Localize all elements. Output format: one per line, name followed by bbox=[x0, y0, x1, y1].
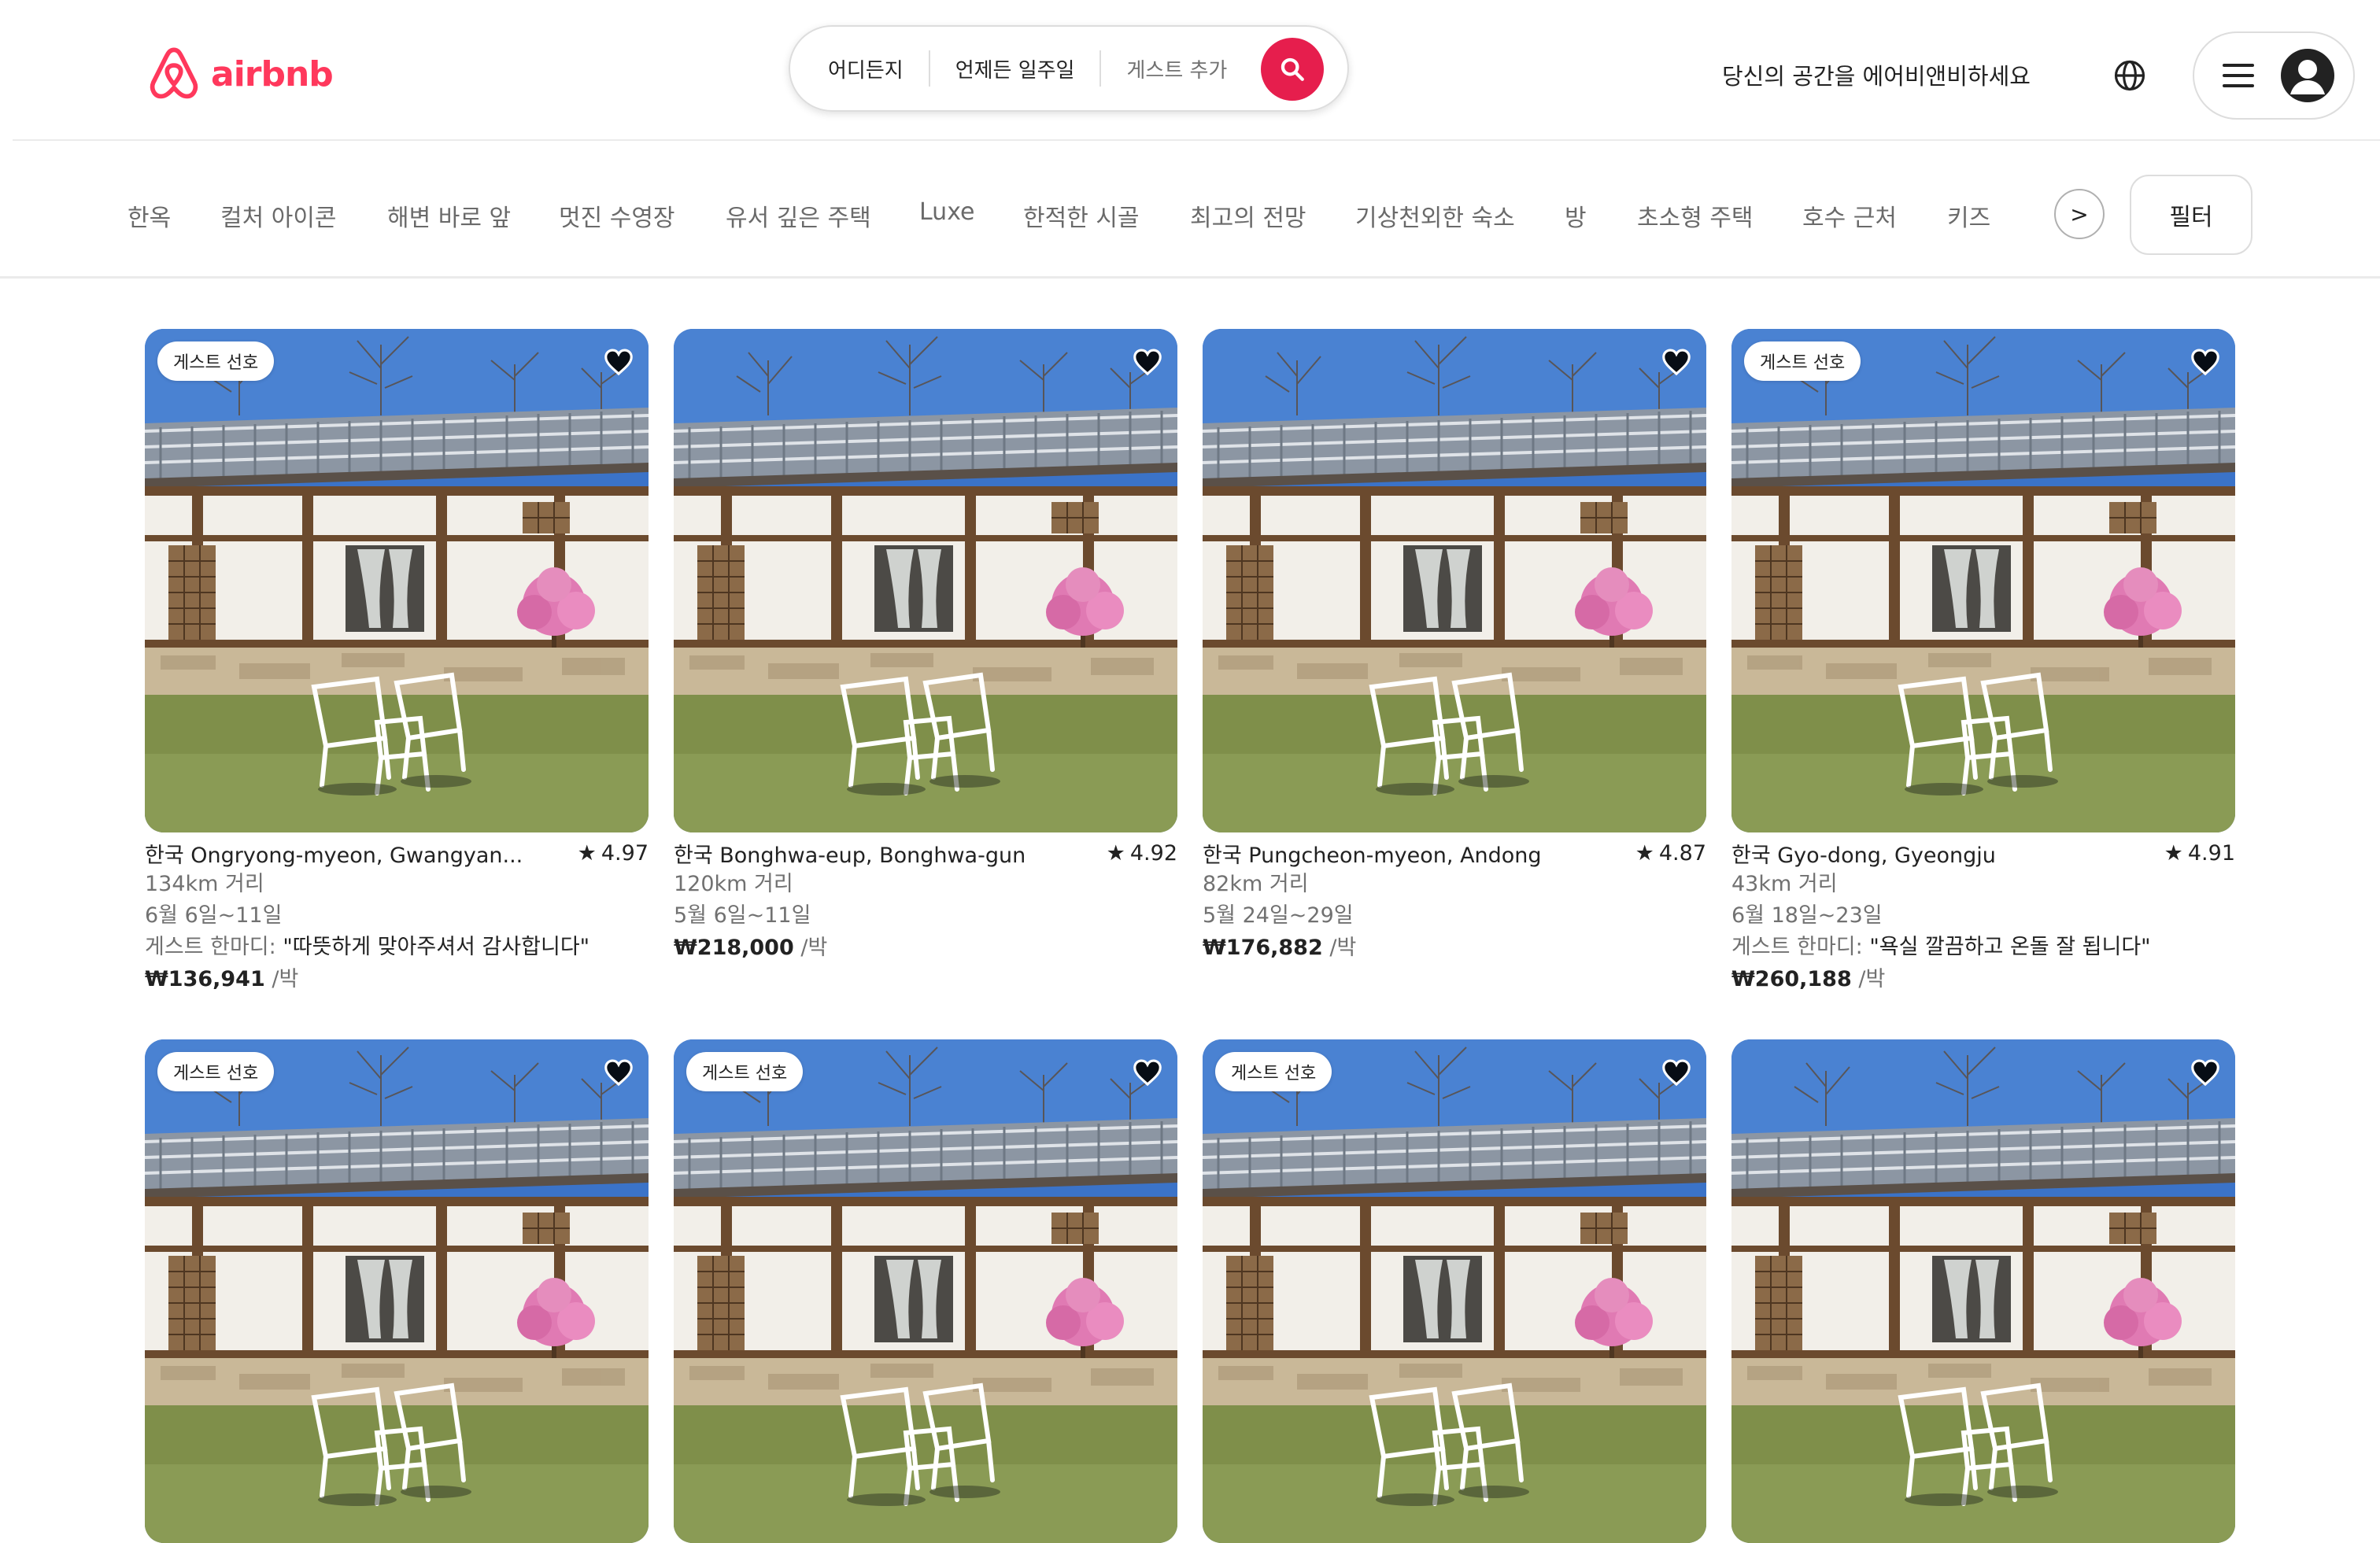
search-when[interactable]: 언제든 일주일 bbox=[930, 54, 1100, 83]
category-tab[interactable]: 기상천외한 숙소 bbox=[1355, 198, 1515, 233]
user-menu-button[interactable] bbox=[2193, 31, 2355, 120]
listing-card[interactable]: 게스트 선호 bbox=[674, 1039, 1177, 1543]
heart-icon[interactable] bbox=[2190, 346, 2221, 378]
listing-card[interactable]: 게스트 선호 bbox=[145, 1039, 649, 1543]
listing-distance: 82km 거리 bbox=[1203, 872, 1309, 896]
category-tab[interactable]: 초소형 주택 bbox=[1637, 198, 1754, 233]
heart-icon[interactable] bbox=[1132, 346, 1163, 378]
category-next-button[interactable]: > bbox=[2054, 189, 2105, 239]
listing-photo[interactable]: 게스트 선호 bbox=[145, 1039, 649, 1543]
become-host-link[interactable]: 당신의 공간을 에어비앤비하세요 bbox=[1722, 58, 2031, 91]
listing-dates: 6월 18일~23일 bbox=[1731, 903, 1883, 928]
listing-photo[interactable] bbox=[1731, 1039, 2235, 1543]
listing-photo[interactable]: 게스트 선호 bbox=[674, 1039, 1177, 1543]
listing-rating: 4.92 bbox=[1129, 840, 1177, 866]
listing-location: 한국 Gyo-dong, Gyeongju bbox=[1731, 843, 1996, 868]
star-icon: ★ bbox=[1635, 840, 1654, 866]
listing-dates: 6월 6일~11일 bbox=[145, 903, 283, 928]
heart-icon[interactable] bbox=[603, 346, 634, 378]
listing-location: 한국 Bonghwa-eup, Bonghwa-gun bbox=[674, 843, 1026, 868]
guest-favorite-badge: 게스트 선호 bbox=[157, 1052, 275, 1091]
review-label: 게스트 한마디: bbox=[1731, 935, 1863, 959]
listing-card[interactable]: 한국 Bonghwa-eup, Bonghwa-gun ★ 4.92 120km … bbox=[674, 329, 1177, 965]
category-tab[interactable]: 한적한 시골 bbox=[1023, 198, 1140, 233]
review-text: "따뜻하게 맞아주셔서 감사합니다" bbox=[283, 935, 590, 959]
filter-button[interactable]: 필터 bbox=[2130, 175, 2252, 255]
listing-dates: 5월 6일~11일 bbox=[674, 903, 811, 928]
search-bar[interactable]: 어디든지 언제든 일주일 게스트 추가 bbox=[789, 25, 1349, 112]
listing-location: 한국 Pungcheon-myeon, Andong bbox=[1203, 843, 1542, 868]
review-label: 게스트 한마디: bbox=[145, 935, 276, 959]
category-tab[interactable]: 컬처 아이콘 bbox=[220, 198, 337, 233]
heart-icon[interactable] bbox=[1661, 1057, 1692, 1088]
price-unit: /박 bbox=[1858, 967, 1886, 991]
search-where[interactable]: 어디든지 bbox=[790, 54, 929, 83]
listing-distance: 43km 거리 bbox=[1731, 872, 1838, 896]
category-bar: 한옥 컬처 아이콘 해변 바로 앞 멋진 수영장 유서 깊은 주택 Luxe 한… bbox=[0, 140, 2380, 279]
star-icon: ★ bbox=[577, 840, 597, 866]
heart-icon[interactable] bbox=[603, 1057, 634, 1088]
listing-price: ₩260,188 bbox=[1731, 967, 1852, 991]
category-tab[interactable]: 유서 깊은 주택 bbox=[726, 198, 871, 233]
listing-price: ₩136,941 bbox=[145, 967, 265, 991]
listing-card[interactable]: 게스트 선호 bbox=[1203, 1039, 1706, 1543]
price-unit: /박 bbox=[800, 936, 828, 960]
heart-icon[interactable] bbox=[2190, 1057, 2221, 1088]
category-tab[interactable]: 멋진 수영장 bbox=[559, 198, 675, 233]
hamburger-icon bbox=[2223, 64, 2254, 87]
listing-photo[interactable]: 게스트 선호 bbox=[145, 329, 649, 832]
airbnb-logo-icon bbox=[150, 47, 198, 99]
listing-card[interactable]: 한국 Pungcheon-myeon, Andong ★ 4.87 82km 거리… bbox=[1203, 329, 1706, 965]
review-text: "욕실 깔끔하고 온돌 잘 됩니다" bbox=[1869, 935, 2151, 959]
guest-favorite-badge: 게스트 선호 bbox=[686, 1052, 804, 1091]
listing-card[interactable]: 게스트 선호 한국 Gyo-dong, Gyeongju ★ 4.91 43km … bbox=[1731, 329, 2235, 996]
search-icon bbox=[1281, 57, 1304, 81]
guest-favorite-badge: 게스트 선호 bbox=[157, 341, 275, 381]
guest-favorite-badge: 게스트 선호 bbox=[1744, 341, 1861, 381]
listing-price: ₩218,000 bbox=[674, 936, 794, 960]
price-unit: /박 bbox=[1329, 936, 1357, 960]
heart-icon[interactable] bbox=[1132, 1057, 1163, 1088]
listing-photo[interactable] bbox=[1203, 329, 1706, 832]
heart-icon[interactable] bbox=[1661, 346, 1692, 378]
guest-favorite-badge: 게스트 선호 bbox=[1215, 1052, 1332, 1091]
category-tab[interactable]: 키즈 bbox=[1947, 198, 1990, 233]
listing-photo[interactable]: 게스트 선호 bbox=[1203, 1039, 1706, 1543]
category-tab[interactable]: 최고의 전망 bbox=[1190, 198, 1306, 233]
listing-price: ₩176,882 bbox=[1203, 936, 1323, 960]
category-tab[interactable]: Luxe bbox=[919, 198, 975, 226]
category-tab[interactable]: 호수 근처 bbox=[1802, 198, 1897, 233]
listing-card[interactable] bbox=[1731, 1039, 2235, 1543]
search-button[interactable] bbox=[1261, 38, 1324, 101]
listing-dates: 5월 24일~29일 bbox=[1203, 903, 1354, 928]
airbnb-logo[interactable]: airbnb bbox=[146, 44, 334, 104]
category-tab[interactable]: 한옥 bbox=[128, 198, 171, 233]
listing-distance: 120km 거리 bbox=[674, 872, 793, 896]
category-tab[interactable]: 방 bbox=[1565, 198, 1587, 233]
search-guests[interactable]: 게스트 추가 bbox=[1101, 54, 1258, 83]
listing-card[interactable]: 게스트 선호 한국 Ongryong-myeon, Gwangyan... ★ 4… bbox=[145, 329, 649, 996]
category-divider bbox=[0, 276, 2380, 279]
listing-rating: 4.97 bbox=[601, 840, 649, 866]
top-header: airbnb 어디든지 언제든 일주일 게스트 추가 당신의 공간을 에어비앤비… bbox=[0, 0, 2380, 140]
listing-location: 한국 Ongryong-myeon, Gwangyan... bbox=[145, 843, 523, 868]
listing-photo[interactable] bbox=[674, 329, 1177, 832]
listing-photo[interactable]: 게스트 선호 bbox=[1731, 329, 2235, 832]
globe-icon[interactable] bbox=[2112, 58, 2147, 93]
price-unit: /박 bbox=[272, 967, 299, 991]
listing-rating: 4.87 bbox=[1658, 840, 1706, 866]
star-icon: ★ bbox=[2164, 840, 2183, 866]
category-tab[interactable]: 해변 바로 앞 bbox=[387, 198, 511, 233]
star-icon: ★ bbox=[1106, 840, 1125, 866]
brand-name: airbnb bbox=[211, 54, 334, 94]
listing-rating: 4.91 bbox=[2187, 840, 2235, 866]
listing-distance: 134km 거리 bbox=[145, 872, 264, 896]
user-avatar-icon bbox=[2281, 49, 2334, 102]
